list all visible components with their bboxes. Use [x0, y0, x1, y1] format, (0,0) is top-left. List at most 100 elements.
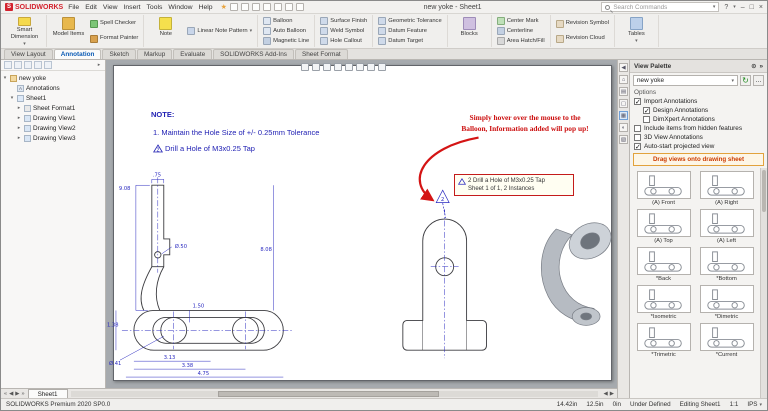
surface-finish-button[interactable]: Surface Finish [318, 17, 369, 25]
menu-view[interactable]: View [103, 4, 118, 11]
view-thumbnail-trimetric[interactable]: *Trimetric [633, 323, 694, 358]
area-hatch-fill-button[interactable]: Area Hatch/Fill [495, 37, 547, 45]
view-thumbnail-dimetric[interactable]: *Dimetric [696, 285, 757, 320]
propertymanager-tab-icon[interactable] [14, 61, 22, 69]
refresh-icon[interactable]: ↻ [740, 75, 751, 86]
checkbox[interactable] [634, 143, 641, 150]
scrollbar-thumb[interactable] [218, 391, 439, 397]
save-icon[interactable] [252, 3, 260, 11]
isometric-view[interactable] [541, 216, 617, 326]
tree-item-root[interactable]: ▾ new yoke [2, 73, 104, 83]
collapse-arrow-icon[interactable]: ▾ [9, 95, 15, 101]
help-button[interactable]: ? [724, 4, 728, 11]
undo-icon[interactable] [274, 3, 282, 11]
expand-arrow-icon[interactable]: ▸ [16, 105, 22, 111]
display-style-icon[interactable] [356, 63, 364, 71]
tree-item-drawing-view3[interactable]: ▸ Drawing View3 [2, 133, 104, 143]
revision-cloud-button[interactable]: Revision Cloud [554, 35, 611, 43]
view-orientation-icon[interactable] [345, 63, 353, 71]
view-thumbnail-left[interactable]: (A) Left [696, 209, 757, 244]
smart-dimension-button[interactable]: Smart Dimension ▾ [6, 15, 43, 47]
next-sheet-icon[interactable]: ▶ [15, 391, 19, 397]
view-thumbnail-isometric[interactable]: *Isometric [633, 285, 694, 320]
note-title[interactable]: NOTE: [151, 110, 174, 119]
dimxpertmanager-tab-icon[interactable] [34, 61, 42, 69]
tab-annotation[interactable]: Annotation [54, 49, 102, 59]
collapse-arrow-icon[interactable]: ▾ [2, 75, 8, 81]
featuremanager-tab-icon[interactable] [4, 61, 12, 69]
expand-arrow-icon[interactable]: ▸ [16, 135, 22, 141]
balloon-button[interactable]: Balloon [261, 17, 311, 25]
format-painter-button[interactable]: Format Painter [88, 35, 140, 43]
option-include-hidden-features[interactable]: Include items from hidden features [630, 124, 767, 133]
side-view[interactable] [403, 219, 487, 350]
center-mark-button[interactable]: Center Mark [495, 17, 547, 25]
edit-appearance-icon[interactable] [378, 63, 386, 71]
new-document-icon[interactable] [230, 3, 238, 11]
favorites-star-icon[interactable]: ★ [221, 3, 227, 11]
search-input[interactable] [613, 4, 709, 11]
model-items-button[interactable]: Model Items [50, 15, 87, 47]
centerline-button[interactable]: Centerline [495, 27, 547, 35]
hide-show-items-icon[interactable] [367, 63, 375, 71]
datum-target-button[interactable]: Datum Target [376, 37, 443, 45]
palette-scrollbar[interactable] [760, 168, 767, 398]
checkbox[interactable] [634, 125, 641, 132]
checkbox[interactable] [643, 107, 650, 114]
section-view-icon[interactable] [334, 63, 342, 71]
revision-symbol-button[interactable]: Revision Symbol [554, 20, 611, 28]
browse-button[interactable]: … [753, 75, 764, 86]
balloon[interactable] [436, 190, 449, 218]
tree-item-drawing-view2[interactable]: ▸ Drawing View2 [2, 123, 104, 133]
expand-arrow-icon[interactable]: ▸ [16, 115, 22, 121]
status-units[interactable]: IPS ▾ [747, 401, 762, 408]
tree-item-sheet1[interactable]: ▾ Sheet1 [2, 93, 104, 103]
scroll-left-icon[interactable]: ◀ [604, 391, 608, 397]
document-select[interactable]: new yoke ▾ [633, 75, 738, 86]
window-close-button[interactable]: × [759, 4, 763, 11]
zoom-area-icon[interactable] [312, 63, 320, 71]
menu-window[interactable]: Window [168, 4, 192, 11]
options-gear-icon[interactable] [296, 3, 304, 11]
menu-help[interactable]: Help [199, 4, 213, 11]
view-thumbnail-front[interactable]: (A) Front [633, 171, 694, 206]
view-thumbnail-bottom[interactable]: *Bottom [696, 247, 757, 282]
window-minimize-button[interactable]: – [741, 4, 745, 11]
custom-properties-icon[interactable]: ▧ [619, 135, 628, 144]
first-sheet-icon[interactable]: « [4, 391, 7, 397]
tree-item-sheet-format1[interactable]: ▸ Sheet Format1 [2, 103, 104, 113]
view-palette-icon[interactable]: ▦ [619, 111, 628, 120]
tab-sketch[interactable]: Sketch [102, 49, 136, 59]
tab-sheet-format[interactable]: Sheet Format [295, 49, 348, 59]
checkbox[interactable] [643, 116, 650, 123]
window-maximize-button[interactable]: □ [750, 4, 754, 11]
view-thumbnail-top[interactable]: (A) Top [633, 209, 694, 244]
auto-balloon-button[interactable]: Auto Balloon [261, 27, 311, 35]
tree-item-annotations[interactable]: A Annotations [2, 83, 104, 93]
checkbox[interactable] [634, 134, 641, 141]
option-design-annotations[interactable]: Design Annotations [630, 106, 767, 115]
note-line2[interactable]: 2 Drill a Hole of M3x0.25 Tap [153, 144, 255, 153]
sheet-tab-sheet1[interactable]: Sheet1 [28, 389, 68, 398]
appearances-icon[interactable]: ◐ [619, 123, 628, 132]
pin-icon[interactable]: ⊙ [751, 62, 756, 70]
linear-note-pattern-button[interactable]: Linear Note Pattern ▾ [185, 27, 254, 35]
blocks-button[interactable]: Blocks [451, 15, 488, 47]
view-thumbnail-right[interactable]: (A) Right [696, 171, 757, 206]
menu-file[interactable]: File [68, 4, 79, 11]
view-thumbnail-back[interactable]: *Back [633, 247, 694, 282]
option-auto-start-projected-view[interactable]: Auto-start projected view [630, 142, 767, 151]
front-view-dimensions[interactable]: 9.08 .75 8.08 Ø.50 1.50 Ø.41 1.38 3.13 3… [107, 172, 272, 377]
configurationmanager-tab-icon[interactable] [24, 61, 32, 69]
displaymanager-tab-icon[interactable] [44, 61, 52, 69]
magnetic-line-button[interactable]: Magnetic Line [261, 37, 311, 45]
close-panel-icon[interactable]: » [759, 63, 763, 70]
open-icon[interactable] [241, 3, 249, 11]
view-thumbnail-current[interactable]: *Current [696, 323, 757, 358]
geometric-tolerance-button[interactable]: Geometric Tolerance [376, 17, 443, 25]
tree-item-drawing-view1[interactable]: ▸ Drawing View1 [2, 113, 104, 123]
menu-insert[interactable]: Insert [124, 4, 141, 11]
scroll-right-icon[interactable]: ▶ [610, 391, 614, 397]
tab-solidworks-addins[interactable]: SOLIDWORKS Add-Ins [213, 49, 294, 59]
drawing-canvas[interactable]: 9.08 .75 8.08 Ø.50 1.50 Ø.41 1.38 3.13 3… [106, 60, 617, 388]
